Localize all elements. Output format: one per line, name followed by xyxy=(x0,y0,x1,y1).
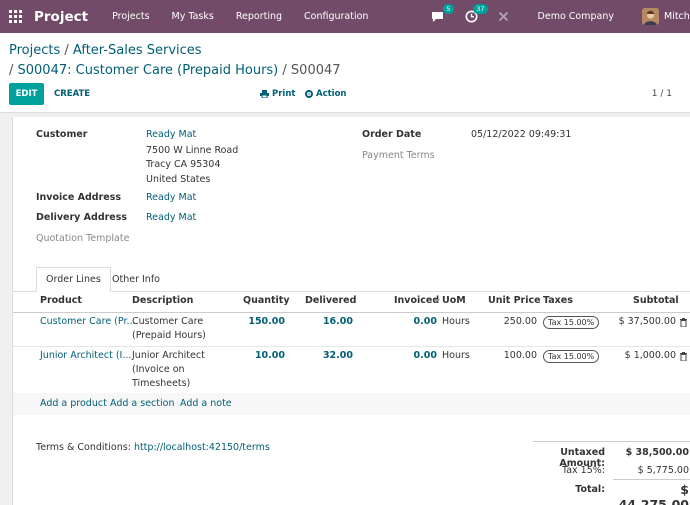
breadcrumb-current: S00047 xyxy=(290,63,341,78)
untaxed-amount-value: $ 38,500.00 xyxy=(625,447,689,458)
delivery-address-label: Delivery Address xyxy=(36,212,128,223)
customer-address-line: Tracy CA 95304 xyxy=(146,159,221,170)
total-divider xyxy=(613,479,690,480)
print-button[interactable]: Print xyxy=(260,83,295,105)
total-label: Total: xyxy=(575,484,605,495)
notebook-tabs: Order Lines Other Info xyxy=(13,267,690,292)
create-button[interactable]: CREATE xyxy=(54,83,90,105)
customer-address-line: 7500 W Linne Road xyxy=(146,145,239,156)
row2-subtotal: $ 1,000.00 xyxy=(624,350,676,361)
order-date-value: 05/12/2022 09:49:31 xyxy=(471,129,572,140)
terms-url-link[interactable]: http://localhost:42150/terms xyxy=(134,442,270,453)
row2-uom[interactable]: Hours xyxy=(442,349,470,363)
apps-menu-icon[interactable] xyxy=(9,9,23,24)
app-name[interactable]: Project xyxy=(34,9,88,25)
activity-clock-icon[interactable]: 37 xyxy=(464,3,488,25)
debug-tools-icon[interactable] xyxy=(496,9,512,25)
breadcrumb-after-sales[interactable]: After-Sales Services xyxy=(73,43,202,58)
company-switcher[interactable]: Demo Company xyxy=(538,11,614,22)
row2-product[interactable]: Junior Architect (I... xyxy=(40,349,131,363)
row2-tax-tag[interactable]: Tax 15.00% xyxy=(543,350,600,363)
row1-product[interactable]: Customer Care (Pr... xyxy=(40,315,136,329)
row2-description-line[interactable]: Timesheets) xyxy=(132,377,190,391)
add-product-link[interactable]: Add a product xyxy=(40,398,107,409)
action-button[interactable]: Action xyxy=(305,83,347,105)
order-date-label: Order Date xyxy=(362,129,422,140)
customer-label: Customer xyxy=(36,129,88,140)
row1-unit-price[interactable]: 250.00 xyxy=(493,315,537,329)
total-value: $ 44,275.00 xyxy=(618,482,689,505)
breadcrumb-projects[interactable]: Projects xyxy=(9,43,60,58)
row1-description-line[interactable]: Customer Care xyxy=(132,315,203,329)
row1-uom[interactable]: Hours xyxy=(442,315,470,329)
col-quantity[interactable]: Quantity xyxy=(243,295,290,306)
tax-value: $ 5,775.00 xyxy=(637,465,689,476)
terms-label: Terms & Conditions: xyxy=(36,442,134,453)
add-section-link[interactable]: Add a section xyxy=(110,398,174,409)
pager[interactable]: 1 / 1 xyxy=(652,83,672,105)
row2-quantity[interactable]: 10.00 xyxy=(245,349,285,363)
row2-description-line[interactable]: Junior Architect xyxy=(132,349,205,363)
col-delivered[interactable]: Delivered xyxy=(305,295,356,306)
row2-delete-trash-icon[interactable] xyxy=(680,352,687,362)
col-subtotal[interactable]: Subtotal xyxy=(633,295,679,306)
payment-terms-label: Payment Terms xyxy=(362,150,435,161)
add-note-link[interactable]: Add a note xyxy=(180,398,232,409)
col-description[interactable]: Description xyxy=(132,295,193,306)
row1-delivered[interactable]: 16.00 xyxy=(313,315,353,329)
user-name[interactable]: Mitchell Admin xyxy=(664,11,690,22)
sort-desc-icon xyxy=(434,299,440,302)
breadcrumb: Projects / After-Sales Services / S00047… xyxy=(9,41,341,81)
print-icon xyxy=(260,90,269,98)
tab-order-lines[interactable]: Order Lines xyxy=(36,267,111,292)
breadcrumb-separator: / xyxy=(9,63,18,78)
row1-description-line[interactable]: (Prepaid Hours) xyxy=(132,329,206,343)
col-unit-price[interactable]: Unit Price xyxy=(488,295,541,306)
totals-top-divider xyxy=(533,441,690,442)
col-taxes[interactable]: Taxes xyxy=(543,295,573,306)
breadcrumb-separator: / xyxy=(278,63,291,78)
edit-button[interactable]: EDIT xyxy=(9,83,44,105)
row-divider xyxy=(13,346,690,347)
menu-reporting[interactable]: Reporting xyxy=(236,11,282,22)
breadcrumb-separator: / xyxy=(60,43,73,58)
form-sheet: Customer Ready Mat 7500 W Linne Road Tra… xyxy=(12,117,690,505)
row1-tax-tag[interactable]: Tax 15.00% xyxy=(543,316,600,329)
invoice-address-label: Invoice Address xyxy=(36,192,122,203)
menu-configuration[interactable]: Configuration xyxy=(304,11,368,22)
gear-icon xyxy=(305,90,313,98)
control-panel: Projects / After-Sales Services / S00047… xyxy=(0,33,690,113)
user-avatar[interactable] xyxy=(642,8,659,25)
delivery-address-value[interactable]: Ready Mat xyxy=(146,212,196,223)
row1-invoiced[interactable]: 0.00 xyxy=(397,315,437,329)
action-label: Action xyxy=(316,89,347,99)
row2-delivered[interactable]: 32.00 xyxy=(313,349,353,363)
row2-invoiced[interactable]: 0.00 xyxy=(397,349,437,363)
col-product[interactable]: Product xyxy=(40,295,82,306)
row1-delete-trash-icon[interactable] xyxy=(680,318,687,328)
invoice-address-value[interactable]: Ready Mat xyxy=(146,192,196,203)
col-uom[interactable]: UoM xyxy=(442,295,466,306)
menu-projects[interactable]: Projects xyxy=(112,11,149,22)
row1-quantity[interactable]: 150.00 xyxy=(245,315,285,329)
top-navbar: Project Projects My Tasks Reporting Conf… xyxy=(0,0,690,33)
customer-address-line: United States xyxy=(146,174,211,185)
chat-icon[interactable]: 5 xyxy=(430,3,454,25)
tax-label: Tax 15%: xyxy=(561,465,605,476)
chat-count-badge: 5 xyxy=(443,3,454,14)
breadcrumb-sale-order[interactable]: S00047: Customer Care (Prepaid Hours) xyxy=(18,63,279,78)
col-invoiced[interactable]: Invoiced xyxy=(394,295,439,306)
tab-other-info[interactable]: Other Info xyxy=(102,267,170,292)
row2-description-line[interactable]: (Invoice on xyxy=(132,363,185,377)
print-label: Print xyxy=(272,89,296,99)
terms-and-conditions: Terms & Conditions: http://localhost:421… xyxy=(36,442,270,453)
menu-my-tasks[interactable]: My Tasks xyxy=(172,11,214,22)
activity-count-badge: 37 xyxy=(473,3,488,14)
row1-subtotal: $ 37,500.00 xyxy=(618,316,676,327)
header-divider xyxy=(13,312,690,313)
row2-unit-price[interactable]: 100.00 xyxy=(493,349,537,363)
quotation-template-label: Quotation Template xyxy=(36,233,130,244)
customer-name[interactable]: Ready Mat xyxy=(146,129,196,140)
